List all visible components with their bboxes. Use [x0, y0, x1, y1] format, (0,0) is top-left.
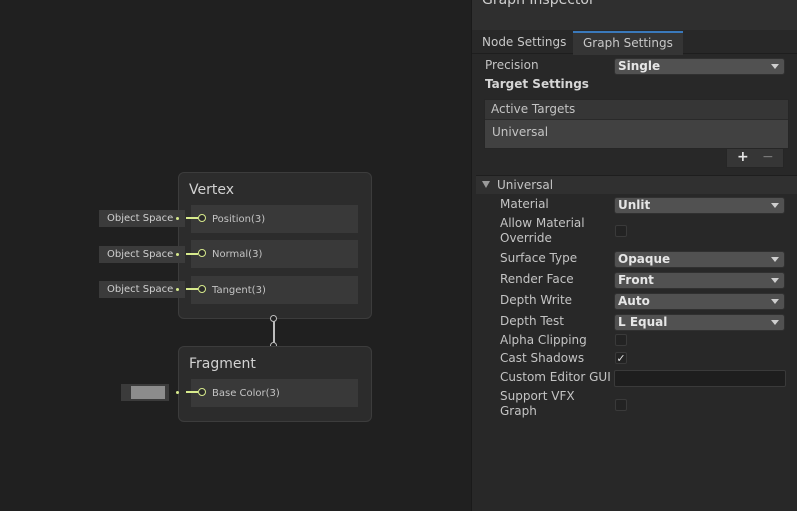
normal-space-field[interactable]: Object Space: [99, 246, 185, 263]
base-color-port[interactable]: [198, 388, 206, 396]
inspector-header: Graph Inspector: [472, 0, 797, 30]
chevron-down-icon: [771, 320, 779, 325]
position-wire: [186, 217, 198, 219]
normal-wire: [186, 253, 198, 255]
inspector-title: Graph Inspector: [482, 0, 595, 8]
cast-shadows-checkbox[interactable]: ✓: [615, 352, 627, 364]
chevron-down-icon: [771, 257, 779, 262]
position-space-field[interactable]: Object Space: [99, 210, 185, 227]
universal-header-label: Universal: [497, 178, 554, 192]
depth-write-label: Depth Write: [500, 293, 573, 307]
tangent-connector-dot: [176, 288, 179, 291]
tangent-slot-label: Tangent(3): [212, 285, 266, 296]
allow-override-label: Allow Material Override: [500, 216, 585, 245]
tangent-port[interactable]: [198, 285, 206, 293]
support-vfx-label: Support VFX Graph: [500, 389, 575, 418]
position-connector-dot: [176, 217, 179, 220]
normal-port[interactable]: [198, 249, 206, 257]
surface-type-dropdown[interactable]: Opaque: [614, 251, 785, 268]
base-color-wire: [186, 391, 198, 393]
fragment-node[interactable]: Fragment Base Color(3): [178, 346, 372, 422]
surface-type-label: Surface Type: [500, 251, 578, 265]
surface-type-value: Opaque: [618, 252, 671, 266]
vertex-slot-normal[interactable]: Normal(3): [191, 240, 358, 268]
base-color-connector-dot: [176, 391, 179, 394]
depth-test-value: L Equal: [618, 315, 668, 329]
position-port[interactable]: [198, 214, 206, 222]
depth-write-value: Auto: [618, 294, 650, 308]
tab-bar: Node Settings Graph Settings: [472, 31, 797, 55]
render-face-value: Front: [618, 273, 654, 287]
depth-write-dropdown[interactable]: Auto: [614, 293, 785, 310]
support-vfx-checkbox[interactable]: [615, 399, 627, 411]
normal-connector-dot: [176, 253, 179, 256]
material-label: Material: [500, 197, 549, 211]
tangent-space-field[interactable]: Object Space: [99, 281, 185, 298]
vertex-slot-position[interactable]: Position(3): [191, 205, 358, 233]
alpha-clipping-label: Alpha Clipping: [500, 333, 587, 347]
alpha-clipping-checkbox[interactable]: [615, 334, 627, 346]
graph-canvas[interactable]: Vertex Position(3) Normal(3) Tangent(3) …: [0, 0, 471, 511]
base-color-slot-label: Base Color(3): [212, 388, 280, 399]
fragment-node-title: Fragment: [189, 356, 256, 372]
chevron-down-icon: [771, 203, 779, 208]
cast-shadows-label: Cast Shadows: [500, 351, 585, 365]
precision-dropdown[interactable]: Single: [614, 58, 785, 75]
precision-value: Single: [618, 59, 661, 73]
add-target-button[interactable]: +: [737, 149, 749, 165]
list-footer: + −: [726, 149, 784, 168]
fragment-slot-base-color[interactable]: Base Color(3): [191, 379, 358, 407]
graph-inspector-panel: Graph Inspector Node Settings Graph Sett…: [471, 0, 797, 511]
depth-test-dropdown[interactable]: L Equal: [614, 314, 785, 331]
active-target-item[interactable]: Universal: [492, 125, 548, 140]
material-value: Unlit: [618, 198, 651, 212]
custom-editor-gui-label: Custom Editor GUI: [500, 370, 611, 384]
active-targets-list: Active Targets Universal: [484, 99, 789, 149]
tangent-wire: [186, 288, 198, 290]
custom-editor-gui-input[interactable]: [614, 370, 786, 387]
allow-override-checkbox[interactable]: [615, 225, 627, 237]
render-face-label: Render Face: [500, 272, 574, 286]
tab-graph-settings[interactable]: Graph Settings: [573, 31, 683, 55]
chevron-down-icon: [771, 299, 779, 304]
target-settings-heading: Target Settings: [485, 77, 589, 91]
material-dropdown[interactable]: Unlit: [614, 197, 785, 214]
universal-foldout-header[interactable]: Universal: [476, 175, 797, 194]
checkmark-icon: ✓: [616, 352, 626, 365]
vertex-slot-tangent[interactable]: Tangent(3): [191, 276, 358, 304]
tab-node-settings[interactable]: Node Settings: [472, 31, 576, 53]
remove-target-button[interactable]: −: [762, 149, 774, 165]
stack-connector-top-cap: [270, 315, 277, 322]
base-color-swatch[interactable]: [131, 386, 165, 399]
precision-label: Precision: [485, 58, 539, 72]
position-slot-label: Position(3): [212, 214, 266, 225]
chevron-down-icon: [771, 64, 779, 69]
chevron-down-icon: [771, 278, 779, 283]
vertex-node-title: Vertex: [189, 182, 235, 198]
normal-slot-label: Normal(3): [212, 249, 263, 260]
base-color-field[interactable]: [121, 384, 169, 401]
render-face-dropdown[interactable]: Front: [614, 272, 785, 289]
foldout-arrow-icon: [482, 181, 490, 188]
vertex-node[interactable]: Vertex Position(3) Normal(3) Tangent(3): [178, 172, 372, 319]
depth-test-label: Depth Test: [500, 314, 564, 328]
active-targets-header: Active Targets: [485, 100, 788, 120]
active-targets-header-label: Active Targets: [491, 102, 576, 116]
